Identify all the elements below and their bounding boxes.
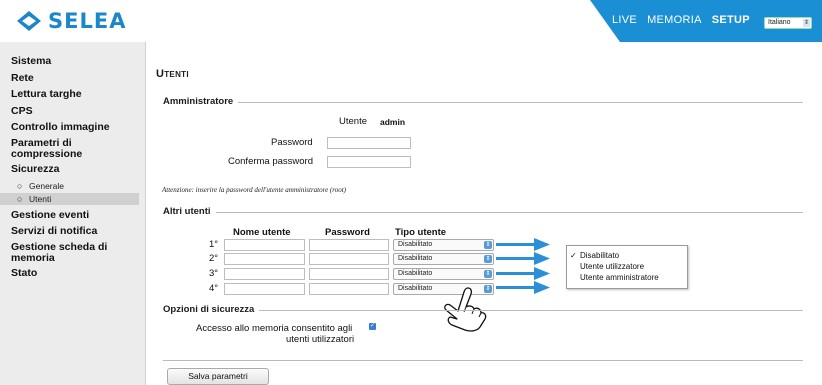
sidebar-subitem-generale[interactable]: ○ Generale — [0, 180, 145, 192]
logo-mark-icon — [17, 11, 41, 31]
sidebar-item-stato[interactable]: Stato — [0, 267, 145, 280]
sidebar-item-sicurezza[interactable]: Sicurezza — [0, 163, 145, 176]
sidebar-subitem-label: Utenti — [29, 193, 52, 204]
page-title: Utenti — [156, 68, 189, 80]
user-name-input-3[interactable] — [224, 268, 305, 280]
admin-user-label: Utente — [339, 116, 367, 127]
section-title-others: Altri utenti — [163, 206, 216, 217]
dropdown-option-amministratore[interactable]: Utente amministratore — [567, 272, 687, 283]
admin-note: Attenzione: inserire la password dell'ut… — [162, 186, 346, 194]
top-nav: Live Memoria Setup — [612, 14, 750, 26]
row-number: 3° — [209, 268, 219, 279]
user-password-input-2[interactable] — [309, 253, 389, 265]
admin-confirm-label: Conferma password — [228, 156, 314, 167]
admin-password-label: Password — [271, 137, 313, 148]
nav-memoria[interactable]: Memoria — [647, 14, 702, 26]
user-name-input-1[interactable] — [224, 239, 305, 251]
user-name-input-2[interactable] — [224, 253, 305, 265]
row-number: 4° — [209, 283, 219, 294]
selea-logo: SELEA — [16, 9, 126, 33]
dropdown-option-utilizzatore[interactable]: Utente utilizzatore — [567, 261, 687, 272]
chevron-updown-icon: ⇕ — [484, 270, 492, 278]
logo-text: SELEA — [48, 9, 127, 33]
col-header-type: Tipo utente — [395, 227, 447, 238]
admin-password-input[interactable] — [327, 137, 411, 149]
memory-access-label: Accesso allo memoria consentito agli — [196, 323, 353, 334]
section-title-admin: Amministratore — [163, 96, 239, 107]
sidebar-subitem-utenti[interactable]: ○ Utenti — [0, 192, 139, 205]
user-type-value: Disabilitato — [398, 241, 433, 248]
bullet-icon: ○ — [17, 193, 23, 204]
sidebar: Sistema Rete Lettura targhe CPS Controll… — [0, 42, 146, 385]
user-type-select-3[interactable]: Disabilitato ⇕ — [393, 268, 494, 280]
save-button[interactable]: Salva parametri — [167, 368, 269, 385]
divider — [163, 102, 803, 103]
sidebar-item-sistema[interactable]: Sistema — [0, 55, 145, 68]
language-select-value: Italiano — [768, 19, 791, 26]
memory-access-checkbox[interactable]: ✓ — [369, 323, 376, 330]
sidebar-item-cps[interactable]: CPS — [0, 105, 145, 118]
sidebar-item-gestione-scheda-memoria[interactable]: Gestione scheda di memoria — [0, 241, 110, 264]
main-content: Utenti Amministratore Utente admin Passw… — [146, 42, 822, 385]
header: SELEA Live Memoria Setup Italiano ⇕ — [0, 0, 822, 42]
chevron-updown-icon: ⇕ — [803, 19, 810, 27]
user-type-select-1[interactable]: Disabilitato ⇕ — [393, 239, 494, 251]
sidebar-item-lettura-targhe[interactable]: Lettura targhe — [0, 88, 145, 101]
section-others: Altri utenti — [163, 206, 803, 220]
user-password-input-4[interactable] — [309, 283, 389, 295]
sidebar-item-gestione-eventi[interactable]: Gestione eventi — [0, 209, 145, 222]
divider — [163, 360, 803, 361]
sidebar-subitem-label: Generale — [29, 180, 64, 191]
user-password-input-3[interactable] — [309, 268, 389, 280]
sidebar-item-parametri-compressione[interactable]: Parametri di compressione — [0, 137, 110, 160]
sidebar-item-controllo-immagine[interactable]: Controllo immagine — [0, 121, 145, 134]
row-number: 2° — [209, 253, 219, 264]
user-name-input-4[interactable] — [224, 283, 305, 295]
section-title-security: Opzioni di sicurezza — [163, 304, 260, 315]
sidebar-item-servizi-notifica[interactable]: Servizi di notifica — [0, 225, 145, 238]
section-security: Opzioni di sicurezza — [163, 304, 803, 318]
user-type-dropdown: Disabilitato Utente utilizzatore Utente … — [566, 245, 688, 289]
divider — [163, 212, 803, 213]
col-header-password: Password — [325, 227, 370, 238]
admin-confirm-input[interactable] — [327, 156, 411, 168]
section-admin: Amministratore — [163, 96, 803, 110]
language-select[interactable]: Italiano ⇕ — [764, 17, 812, 29]
nav-live[interactable]: Live — [612, 14, 637, 26]
admin-user-value: admin — [380, 117, 406, 127]
user-password-input-1[interactable] — [309, 239, 389, 251]
user-type-value: Disabilitato — [398, 285, 433, 292]
dropdown-option-disabilitato[interactable]: Disabilitato — [567, 250, 687, 261]
chevron-updown-icon: ⇕ — [484, 255, 492, 263]
bullet-icon: ○ — [17, 180, 23, 191]
memory-access-label-2: utenti utilizzatori — [286, 334, 355, 345]
col-header-user: Nome utente — [233, 227, 291, 238]
user-type-value: Disabilitato — [398, 270, 433, 277]
user-type-select-2[interactable]: Disabilitato ⇕ — [393, 253, 494, 265]
row-number: 1° — [209, 239, 219, 250]
annotation-arrows — [496, 238, 550, 294]
user-type-value: Disabilitato — [398, 255, 433, 262]
sidebar-item-rete[interactable]: Rete — [0, 72, 145, 85]
nav-setup[interactable]: Setup — [712, 14, 750, 26]
chevron-updown-icon: ⇕ — [484, 241, 492, 249]
